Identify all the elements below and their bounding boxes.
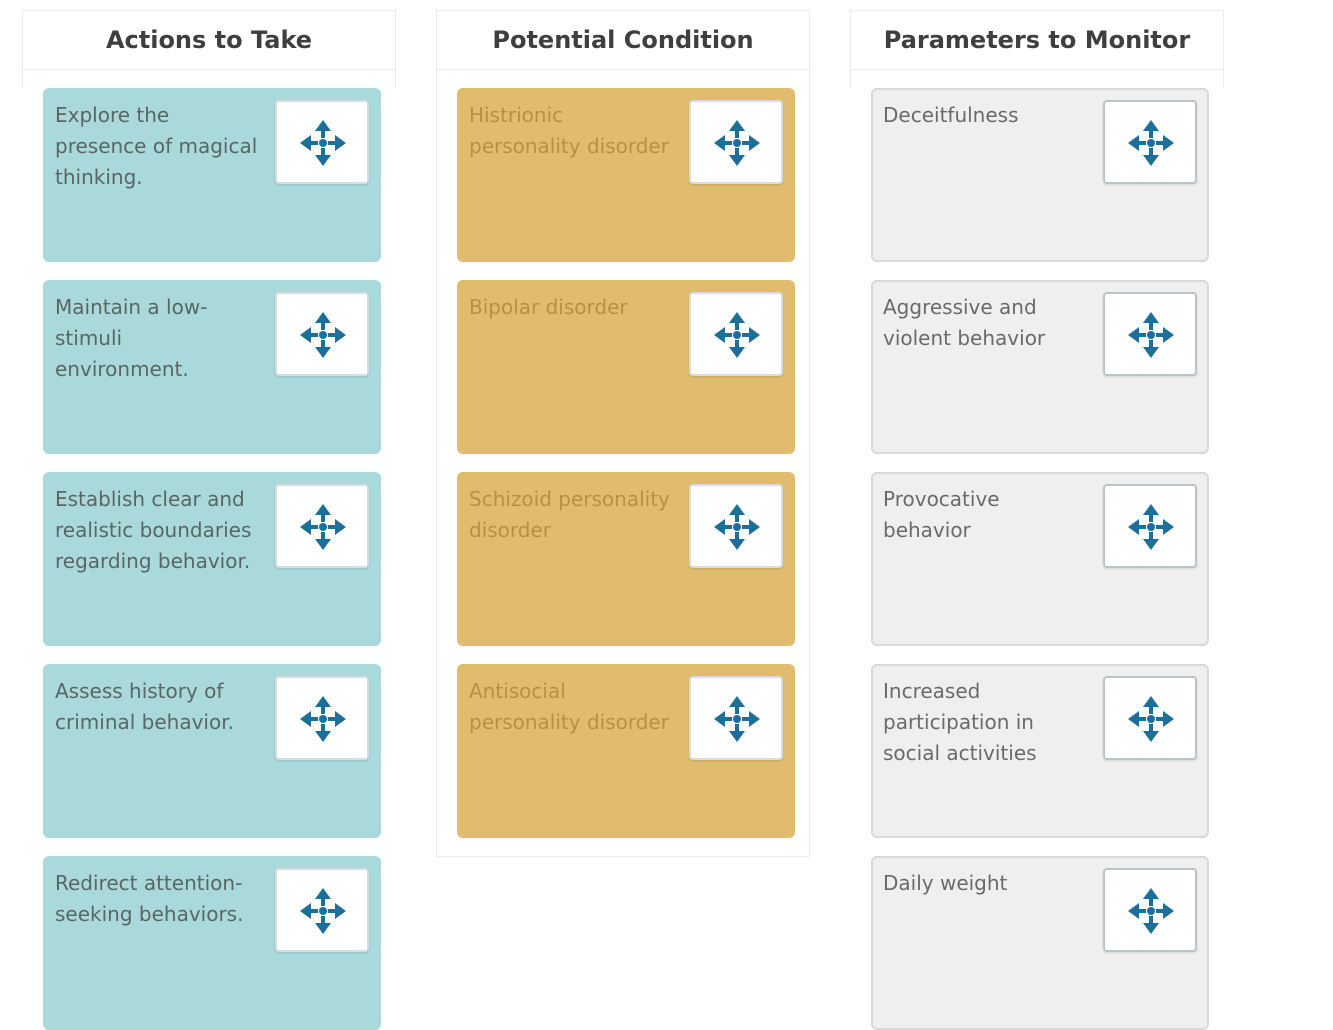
card-label: Aggressive and violent behavior [883, 295, 1046, 350]
card-label: Antisocial personality disorder [469, 679, 669, 734]
drag-handle-button[interactable] [275, 676, 369, 760]
card-label: Schizoid personality disorder [469, 487, 670, 542]
drag-handle-button[interactable] [1103, 292, 1197, 376]
column-header: Actions to Take [23, 11, 395, 70]
draggable-card[interactable]: Increased participation in social activi… [871, 664, 1209, 838]
drag-handle-button[interactable] [275, 868, 369, 952]
column-potential-condition: Potential Condition Histrionic personali… [436, 10, 810, 857]
card-label: Histrionic personality disorder [469, 103, 669, 158]
draggable-card[interactable]: Establish clear and realistic boundaries… [43, 472, 381, 646]
card-label: Provocative behavior [883, 487, 1000, 542]
card-label: Deceitfulness [883, 103, 1019, 127]
draggable-card[interactable]: Daily weight [871, 856, 1209, 1030]
drag-handle-button[interactable] [689, 100, 783, 184]
card-label: Establish clear and realistic boundaries… [55, 487, 252, 573]
drag-handle-button[interactable] [1103, 868, 1197, 952]
draggable-card[interactable]: Assess history of criminal behavior. [43, 664, 381, 838]
card-label: Increased participation in social activi… [883, 679, 1037, 765]
card-label: Explore the presence of magical thinking… [55, 103, 258, 189]
card-label: Daily weight [883, 871, 1008, 895]
card-label: Bipolar disorder [469, 295, 628, 319]
draggable-card[interactable]: Explore the presence of magical thinking… [43, 88, 381, 262]
draggable-card[interactable]: Histrionic personality disorder [457, 88, 795, 262]
draggable-card[interactable]: Bipolar disorder [457, 280, 795, 454]
draggable-card[interactable]: Antisocial personality disorder [457, 664, 795, 838]
draggable-card[interactable]: Provocative behavior [871, 472, 1209, 646]
drag-handle-button[interactable] [275, 100, 369, 184]
drag-handle-button[interactable] [689, 484, 783, 568]
draggable-card[interactable]: Deceitfulness [871, 88, 1209, 262]
card-label: Maintain a low-stimuli environment. [55, 295, 208, 381]
column-actions-to-take: Actions to Take Explore the presence of … [22, 10, 396, 1030]
drag-handle-button[interactable] [275, 292, 369, 376]
drag-handle-button[interactable] [1103, 676, 1197, 760]
drag-handle-button[interactable] [1103, 100, 1197, 184]
card-label: Assess history of criminal behavior. [55, 679, 234, 734]
column-parameters-to-monitor: Parameters to Monitor Deceitfulness Aggr… [850, 10, 1224, 1030]
card-label: Redirect attention-seeking behaviors. [55, 871, 244, 926]
drag-handle-button[interactable] [689, 292, 783, 376]
draggable-card[interactable]: Aggressive and violent behavior [871, 280, 1209, 454]
drag-handle-button[interactable] [689, 676, 783, 760]
drag-handle-button[interactable] [275, 484, 369, 568]
drag-handle-button[interactable] [1103, 484, 1197, 568]
column-header: Potential Condition [437, 11, 809, 70]
draggable-card[interactable]: Redirect attention-seeking behaviors. [43, 856, 381, 1030]
column-header: Parameters to Monitor [851, 11, 1223, 70]
draggable-card[interactable]: Schizoid personality disorder [457, 472, 795, 646]
draggable-card[interactable]: Maintain a low-stimuli environment. [43, 280, 381, 454]
